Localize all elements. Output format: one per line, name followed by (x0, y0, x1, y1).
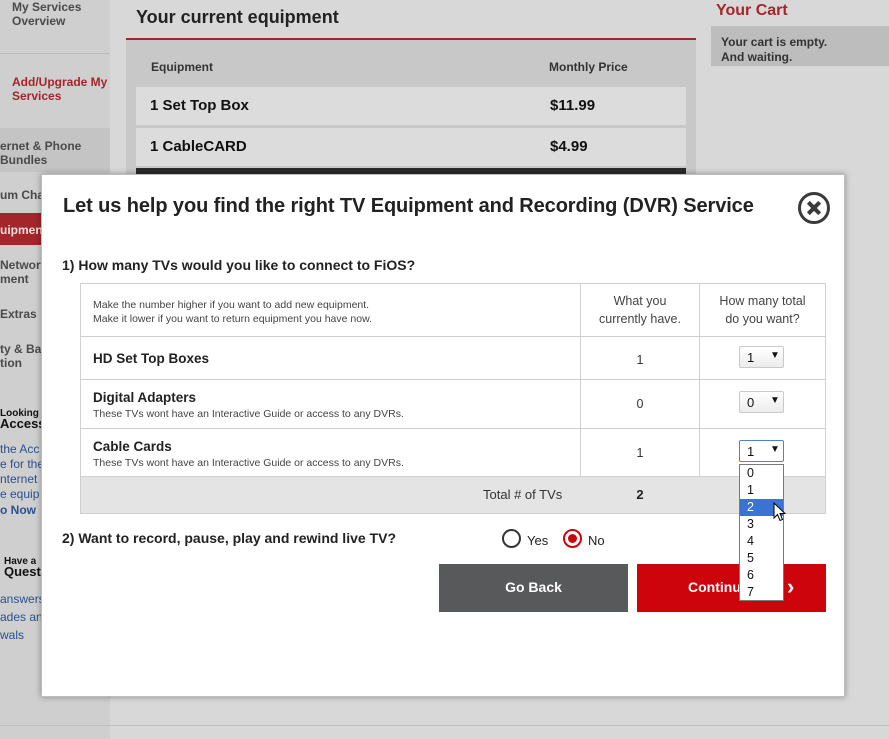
table-row: 1 Set Top Box $11.99 (136, 87, 686, 125)
equipment-dvr-modal: Let us help you find the right TV Equipm… (41, 174, 845, 697)
sidebar-item-internet-phone[interactable]: ernet & Phone Bundles (0, 128, 110, 172)
question-2: 2) Want to record, pause, play and rewin… (62, 530, 396, 546)
hd-set-top-boxes-select[interactable]: 1 ▼ (739, 346, 784, 368)
cart-empty-text: Your cart is empty. (721, 35, 828, 49)
sidebar-item-add-upgrade[interactable]: Add/Upgrade My Services (0, 75, 108, 103)
table-divider (81, 428, 825, 429)
sidebar-divider (0, 53, 110, 54)
header-total-line-2: do you want? (725, 312, 800, 326)
dropdown-option[interactable]: 6 (740, 567, 783, 584)
dropdown-option[interactable]: 5 (740, 550, 783, 567)
total-label: Total # of TVs (483, 487, 563, 502)
cart-title: Your Cart (716, 2, 788, 19)
equipment-name: 1 CableCARD (150, 138, 247, 155)
continue-label: Continu (688, 579, 741, 595)
tv-count-table: Make the number higher if you want to ad… (80, 283, 826, 514)
col-price-header: Monthly Price (549, 60, 628, 74)
header-note-line-2: Make it lower if you want to return equi… (93, 313, 372, 325)
equipment-price: $11.99 (550, 97, 596, 114)
cable-cards-select[interactable]: 1 ▼ (739, 440, 784, 462)
equipment-price: $4.99 (550, 138, 588, 155)
footer-divider (0, 725, 889, 726)
sidebar-help-link-1[interactable]: answers (0, 590, 45, 608)
table-divider (81, 336, 825, 337)
table-divider (81, 379, 825, 380)
header-note-line-1: Make the number higher if you want to ad… (93, 299, 370, 311)
radio-yes[interactable] (502, 529, 521, 548)
header-note: Make the number higher if you want to ad… (93, 298, 372, 326)
modal-title: Let us help you find the right TV Equipm… (63, 195, 754, 217)
row-cable-cards-current: 1 (636, 446, 644, 460)
row-hd-set-top-boxes-current: 1 (636, 353, 644, 367)
select-value: 1 (747, 350, 755, 365)
question-1: 1) How many TVs would you like to connec… (62, 257, 416, 273)
header-current-line-1: What you (613, 294, 667, 308)
header-total-line-1: How many total (719, 294, 806, 308)
chevron-down-icon: ▼ (770, 395, 780, 406)
chevron-down-icon: ▼ (770, 350, 780, 361)
sidebar-item-equipment[interactable]: uipment (0, 213, 47, 245)
row-digital-adapters-label: Digital Adapters (93, 390, 197, 405)
radio-no[interactable] (563, 529, 582, 548)
current-equipment-table: Equipment Monthly Price 1 Set Top Box $1… (126, 40, 696, 180)
table-row: 1 CableCARD $4.99 (136, 128, 686, 166)
sidebar-help-link-3[interactable]: wals (0, 626, 24, 644)
row-cable-cards-subtitle: These TVs wont have an Interactive Guide… (93, 457, 404, 469)
col-equipment-header: Equipment (151, 60, 213, 74)
close-icon[interactable] (798, 192, 830, 224)
equipment-name: 1 Set Top Box (150, 97, 249, 114)
select-value: 0 (747, 395, 755, 410)
chevron-right-icon: › (787, 574, 795, 599)
dropdown-option[interactable]: 1 (740, 482, 783, 499)
total-value: 2 (636, 487, 644, 502)
chevron-down-icon: ▼ (770, 444, 780, 455)
dropdown-option[interactable]: 0 (740, 465, 783, 482)
cable-cards-dropdown-list[interactable]: 0 1 2 3 4 5 6 7 (739, 464, 784, 601)
header-current: What you currently have. (581, 292, 699, 328)
current-equipment-title: Your current equipment (136, 7, 339, 27)
dropdown-option[interactable]: 4 (740, 533, 783, 550)
go-back-button[interactable]: Go Back (439, 564, 628, 612)
dropdown-option[interactable]: 7 (740, 584, 783, 601)
total-row: Total # of TVs 2 (81, 477, 825, 513)
cart-box: Your cart is empty. And waiting. (711, 26, 889, 66)
radio-yes-label[interactable]: Yes (527, 533, 548, 548)
digital-adapters-select[interactable]: 0 ▼ (739, 391, 784, 413)
row-digital-adapters-subtitle: These TVs wont have an Interactive Guide… (93, 408, 404, 420)
row-hd-set-top-boxes-label: HD Set Top Boxes (93, 351, 210, 366)
mouse-cursor-icon (773, 502, 787, 522)
cart-waiting-text: And waiting. (721, 50, 793, 64)
radio-no-label[interactable]: No (588, 533, 605, 548)
continue-button[interactable]: Continu › (637, 564, 826, 612)
header-current-line-2: currently have. (599, 312, 681, 326)
select-value: 1 (747, 444, 755, 459)
row-digital-adapters-current: 0 (636, 397, 644, 411)
sidebar-item-overview[interactable]: My Services Overview (0, 0, 98, 28)
header-total: How many total do you want? (700, 292, 825, 328)
row-cable-cards-label: Cable Cards (93, 439, 172, 454)
